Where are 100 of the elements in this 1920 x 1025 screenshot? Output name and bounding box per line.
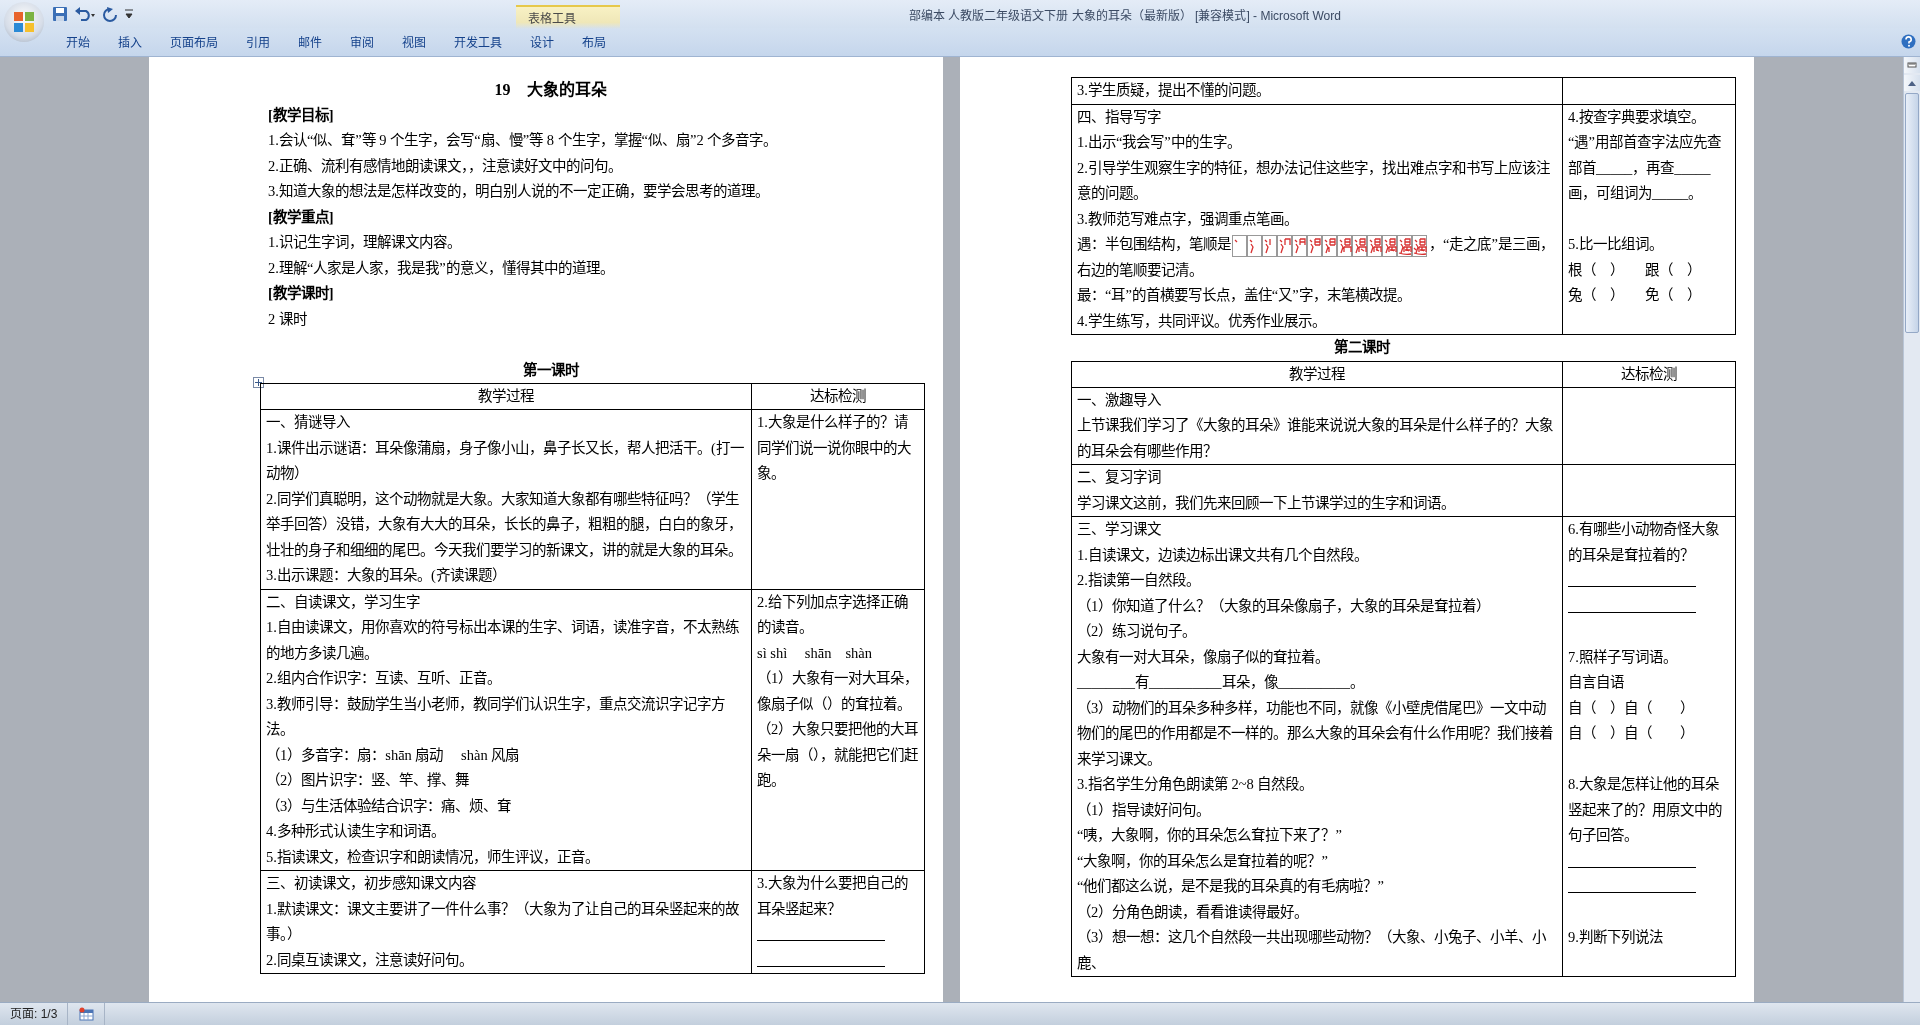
cell-text: 5.比一比组词。 [1568,235,1664,254]
section-heading: [教学重点] [268,207,335,227]
cell-text: 3.教师范写难点字，强调重点笔画。 [1077,209,1299,229]
cell-text: 1.自读课文，边读边标出课文共有几个自然段。 [1077,545,1369,565]
cell-text: 兔（ ） 免（ ） [1568,286,1702,305]
cell-text: 1.自由读课文，用你喜欢的符号标出本课的生字、词语，读准字音，不太熟练的地方多读几遍。 [266,618,740,663]
ruler-toggle-button[interactable] [1904,57,1920,73]
paragraph: 2.正确、流利有感情地朗读课文，，注意读好文中的问句。 [268,156,623,176]
cell-text: （1）指导读好问句。 [1077,800,1212,820]
cell-text: 3.教师引导：鼓励学生当小老师，教同学们认识生字，重点交流识字记字方法。 [266,694,726,739]
scroll-up-button[interactable] [1904,75,1920,91]
cell-text: 2.指读第一自然段。 [1077,571,1201,590]
ribbon-tab[interactable]: 邮件 [284,29,336,56]
cell-text: （3）与生活体验结合识字：痛、烦、耷 [266,796,513,816]
cell-text: ________有__________耳朵，像__________。 [1077,673,1365,692]
cell-text: 6.有哪些小动物奇怪大象的耳朵是耷拉着的？ [1568,520,1720,565]
cell-text: 5.指读课文，检查识字和朗读情况，师生评议，正音。 [266,847,600,867]
cell-text: “咦，大象啊，你的耳朵怎么耷拉下来了？” [1077,826,1343,845]
paragraph: 2 课时 [268,309,308,329]
ribbon-tab[interactable]: 开发工具 [440,29,516,56]
redo-icon[interactable] [102,6,118,22]
paragraph: 3.知道大象的想法是怎样改变的，明白别人说的不一定正确，要学会思考的道理。 [268,182,770,201]
cell-text: 3.大象为什么要把自己的耳朵竖起来？ [757,874,909,919]
ribbon-tab[interactable]: 插入 [104,29,156,56]
cell-text: （2）练习说句子。 [1077,622,1198,641]
cell-text: （1）多音字：扇：shān 扇动 shàn 风扇 [266,745,521,765]
cell-text: 四、指导写字 [1077,107,1162,127]
help-icon[interactable] [1901,34,1916,49]
cell-text: （1）大象有一对大耳朵，像扇子似（）的耷拉着。 [757,669,919,714]
cell-text: 根（ ） 跟（ ） [1568,260,1702,280]
cell-text: sì shì shān shàn [757,643,873,663]
page-count[interactable]: 页面: 1/3 [0,1003,69,1025]
cell-text: 1.大象是什么样子的？请同学们说一说你眼中的大象。 [757,413,912,483]
up-arrow-icon [1908,80,1916,86]
cell-text: 自言自语 [1568,673,1625,692]
cell-text: 3.出示课题：大象的耳朵。(齐读课题） [266,566,507,585]
cell-text: （2）大象只要把他的大耳朵一扇（），就能把它们赶跑。 [757,720,919,790]
caret-icon[interactable] [124,8,134,20]
cell-text: 学习课文这前，我们先来回顾一下上节课学过的生字和词语。 [1077,493,1456,513]
cell-text: （2）分角色朗读，看看谁读得最好。 [1077,902,1310,922]
section-heading: [教学目标] [268,105,335,125]
paragraph: 1.识记生字词，理解课文内容。 [268,233,462,252]
cell-text: 2.同学们真聪明，这个动物就是大象。大家知道大象都有哪些特征吗？（学生举手回答）没错，大象有大大的耳朵，长长的鼻子，粗粗的腿，白白的象牙，壮壮的身子和细细的尾巴。今天我们要学习的新课文，讲的就是大象的耳朵。 [266,489,743,560]
contextual-tab-group: 表格工具 [516,5,620,29]
cell-text: 自（ ）自（ ） [1568,698,1695,718]
office-logo-icon [13,11,35,33]
cell-text: 8.大象是怎样让他的耳朵竖起来了的？用原文中的句子回答。 [1568,775,1723,845]
cell-text: “他们都这么说，是不是我的耳朵真的有毛病啦？” [1077,877,1385,896]
document-title: 19 大象的耳朵 [493,79,608,100]
cell-text: 2.组内合作识字：互读、互听、正音。 [266,669,502,688]
cell-text: （1）你知道了什么？（大象的耳朵像扇子，大象的耳朵是耷拉着） [1077,596,1492,616]
spreadsheet-icon[interactable] [78,1007,95,1021]
table-move-handle-icon[interactable] [253,377,264,388]
paragraph: 1.会认“似、耷”等 9 个生字，会写“扇、慢”等 8 个生字，掌握“似、扇”2 个多音字。 [268,131,779,150]
cell-text: “大象啊，你的耳朵怎么是耷拉着的呢？” [1077,851,1329,871]
cell-text: 4.学生练写，共同评议。优秀作业展示。 [1077,311,1327,331]
cell-text: （2）图片识字：竖、竿、撑、舞 [266,771,471,790]
cell-text: 一、猜谜导入 [266,413,351,432]
cell-text: 大象有一对大耳朵，像扇子似的耷拉着。 [1077,647,1330,667]
cell-text: 7.照样子写词语。 [1568,647,1678,667]
cell-text: 3.指名学生分角色朗读第 2~8 自然段。 [1077,775,1315,794]
cell-text: 遇：半包围结构，笔顺是 ，“走之底”是三画，右边的笔顺要记清。 [1077,233,1555,280]
cell-text: 三、学习课文 [1077,520,1162,539]
column-header: 达标检测 [1562,361,1736,387]
cell-text: 3.学生质疑，提出不懂的问题。 [1077,81,1271,100]
cell-text: （3）想一想：这几个自然段一共出现哪些动物？（大象、小兔子、小羊、小鹿、 [1077,928,1548,973]
column-header: 教学过程 [1071,361,1563,387]
cell-text: 9.判断下列说法 [1568,928,1664,947]
ruler-icon [1907,60,1917,70]
cell-text: 二、自读课文，学习生字 [266,592,421,612]
ribbon-tab[interactable]: 视图 [388,29,440,56]
cell-text: 2.引导学生观察生字的特征，想办法记住这些字，找出难点字和书写上应该注意的问题。 [1077,158,1551,203]
cell-text: 二、复习字词 [1077,468,1162,487]
ribbon-tab[interactable]: 布局 [568,29,620,56]
cell-text: 2.同桌互读课文，注意读好问句。 [266,950,474,970]
cell-text: 自（ ）自（ ） [1568,724,1695,743]
ribbon-tab[interactable]: 设计 [516,29,568,56]
lesson-title: 第二课时 [1332,338,1391,357]
cell-text: 4.多种形式认读生字和词语。 [266,822,446,841]
ribbon-tab[interactable]: 开始 [52,29,104,56]
cell-text: 2.给下列加点字选择正确的读音。 [757,592,909,637]
cell-text: “遇”用部首查字法应先查部首_____，再查_____画，可组词为_____。 [1568,133,1722,203]
cell-text: 1.出示“我会写”中的生字。 [1077,133,1242,152]
ribbon-tab[interactable]: 审阅 [336,29,388,56]
scrollbar-thumb[interactable] [1905,93,1919,333]
undo-icon[interactable] [74,6,96,22]
window-title: 部编本 人教版二年级语文下册 大象的耳朵（最新版） [兼容模式] - Microsoft Word [909,7,1341,23]
cell-text: 上节课我们学习了《大象的耳朵》谁能来说说大象的耳朵是什么样子的？大象的耳朵会有哪些作用？ [1077,416,1554,461]
cell-text: （3）动物们的耳朵多种多样，功能也不同，就像《小壁虎借尾巴》一文中动物们的尾巴的作用都是不一样的。那么大象的耳朵会有什么作用呢？我们接着来学习课文。 [1077,698,1554,769]
office-button[interactable] [4,2,44,42]
cell-text: 一、激趣导入 [1077,390,1162,410]
cell-text: 4.按查字典要求填空。 [1568,107,1706,127]
cell-text: 1.默读课文：课文主要讲了一件什么事？（大象为了让自己的耳朵竖起来的故事。） [266,899,740,944]
cell-text: 1.课件出示谜语：耳朵像蒲扇，身子像小山，鼻子长又长，帮人把活干。(打一动物） [266,438,745,483]
column-header: 教学过程 [260,383,752,410]
column-header: 达标检测 [751,383,925,410]
save-icon[interactable] [52,6,68,22]
ribbon-tab[interactable]: 引用 [232,29,284,56]
cell-text: 最：“耳”的首横要写长点，盖住“又”字，末笔横改提。 [1077,286,1412,305]
ribbon-tab[interactable]: 页面布局 [156,29,232,56]
